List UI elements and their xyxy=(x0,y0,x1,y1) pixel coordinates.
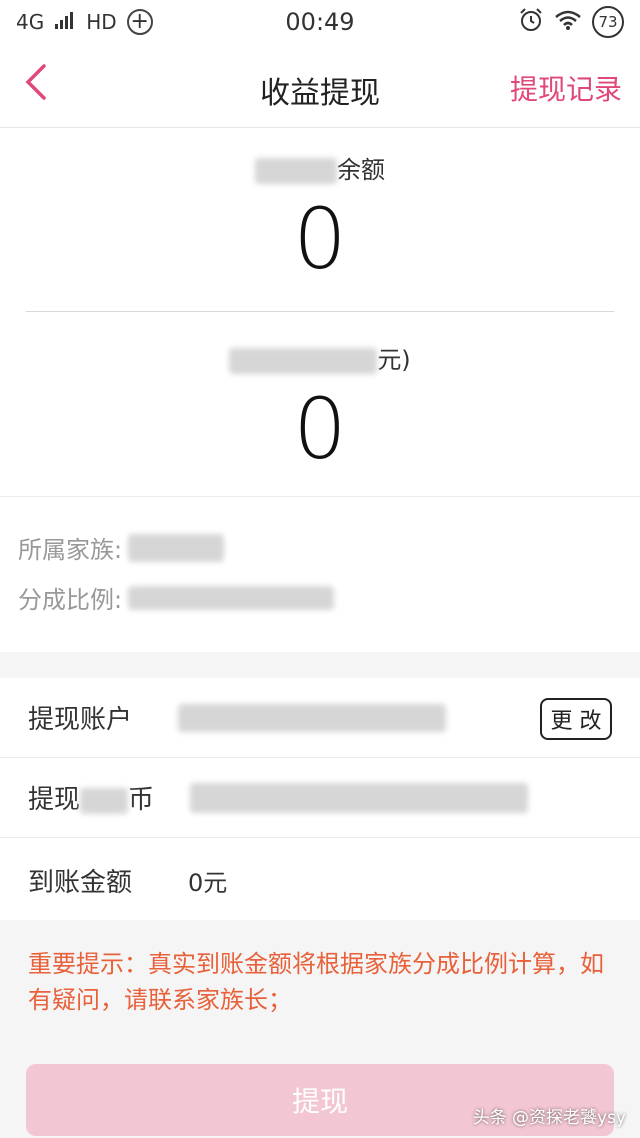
watermark: 头条 @资探老饕ysy xyxy=(472,1108,626,1128)
balance-label: 余额 xyxy=(0,150,640,185)
status-bar: 4G HD + 00:49 73 xyxy=(0,0,640,44)
status-left: 4G HD + xyxy=(16,9,153,35)
withdrawable-section: 元) 0 xyxy=(0,340,640,471)
redacted-text xyxy=(128,533,225,562)
change-account-button[interactable]: 更 改 xyxy=(540,698,612,740)
arrival-amount-row: 到账金额 0元 xyxy=(0,840,640,920)
redacted-text xyxy=(178,703,446,732)
plus-circle-icon: + xyxy=(126,9,153,35)
redacted-text xyxy=(190,782,528,813)
divider xyxy=(26,311,614,312)
balance-section: 余额 0 xyxy=(0,150,640,281)
network-type: 4G xyxy=(16,10,45,34)
account-label: 提现账户 xyxy=(28,705,133,735)
section-gap xyxy=(0,652,640,678)
redacted-text xyxy=(80,787,129,814)
ratio-label: 分成比例: xyxy=(18,586,123,614)
battery-icon: 73 xyxy=(592,6,624,38)
redacted-text xyxy=(128,585,335,610)
redacted-text xyxy=(229,348,378,374)
status-right: 73 xyxy=(518,6,624,38)
arrival-value: 0元 xyxy=(188,868,228,897)
currency-label: 提现币 xyxy=(28,785,155,815)
nav-bar: 收益提现 提现记录 xyxy=(0,44,640,128)
withdraw-history-link[interactable]: 提现记录 xyxy=(510,68,622,108)
withdraw-currency-row: 提现币 xyxy=(0,758,640,838)
important-notice: 重要提示：真实到账金额将根据家族分成比例计算，如有疑问，请联系家族长； xyxy=(28,950,604,1014)
balance-value: 0 xyxy=(293,190,347,288)
family-label: 所属家族: xyxy=(18,536,123,564)
withdrawable-label: 元) xyxy=(0,340,640,375)
alarm-icon xyxy=(518,7,544,38)
notice-area: 重要提示：真实到账金额将根据家族分成比例计算，如有疑问，请联系家族长； 提现 头… xyxy=(0,920,640,1138)
family-row: 所属家族: xyxy=(18,530,225,565)
wifi-icon xyxy=(554,9,582,36)
withdraw-account-row: 提现账户 更 改 xyxy=(0,678,640,758)
signal-icon xyxy=(54,10,76,35)
divider xyxy=(0,496,640,497)
withdrawable-value: 0 xyxy=(293,380,347,478)
hd-label: HD xyxy=(86,10,117,34)
back-icon[interactable] xyxy=(22,62,62,102)
ratio-row: 分成比例: xyxy=(18,580,335,615)
redacted-text xyxy=(255,158,337,184)
arrival-label: 到账金额 xyxy=(28,867,133,898)
